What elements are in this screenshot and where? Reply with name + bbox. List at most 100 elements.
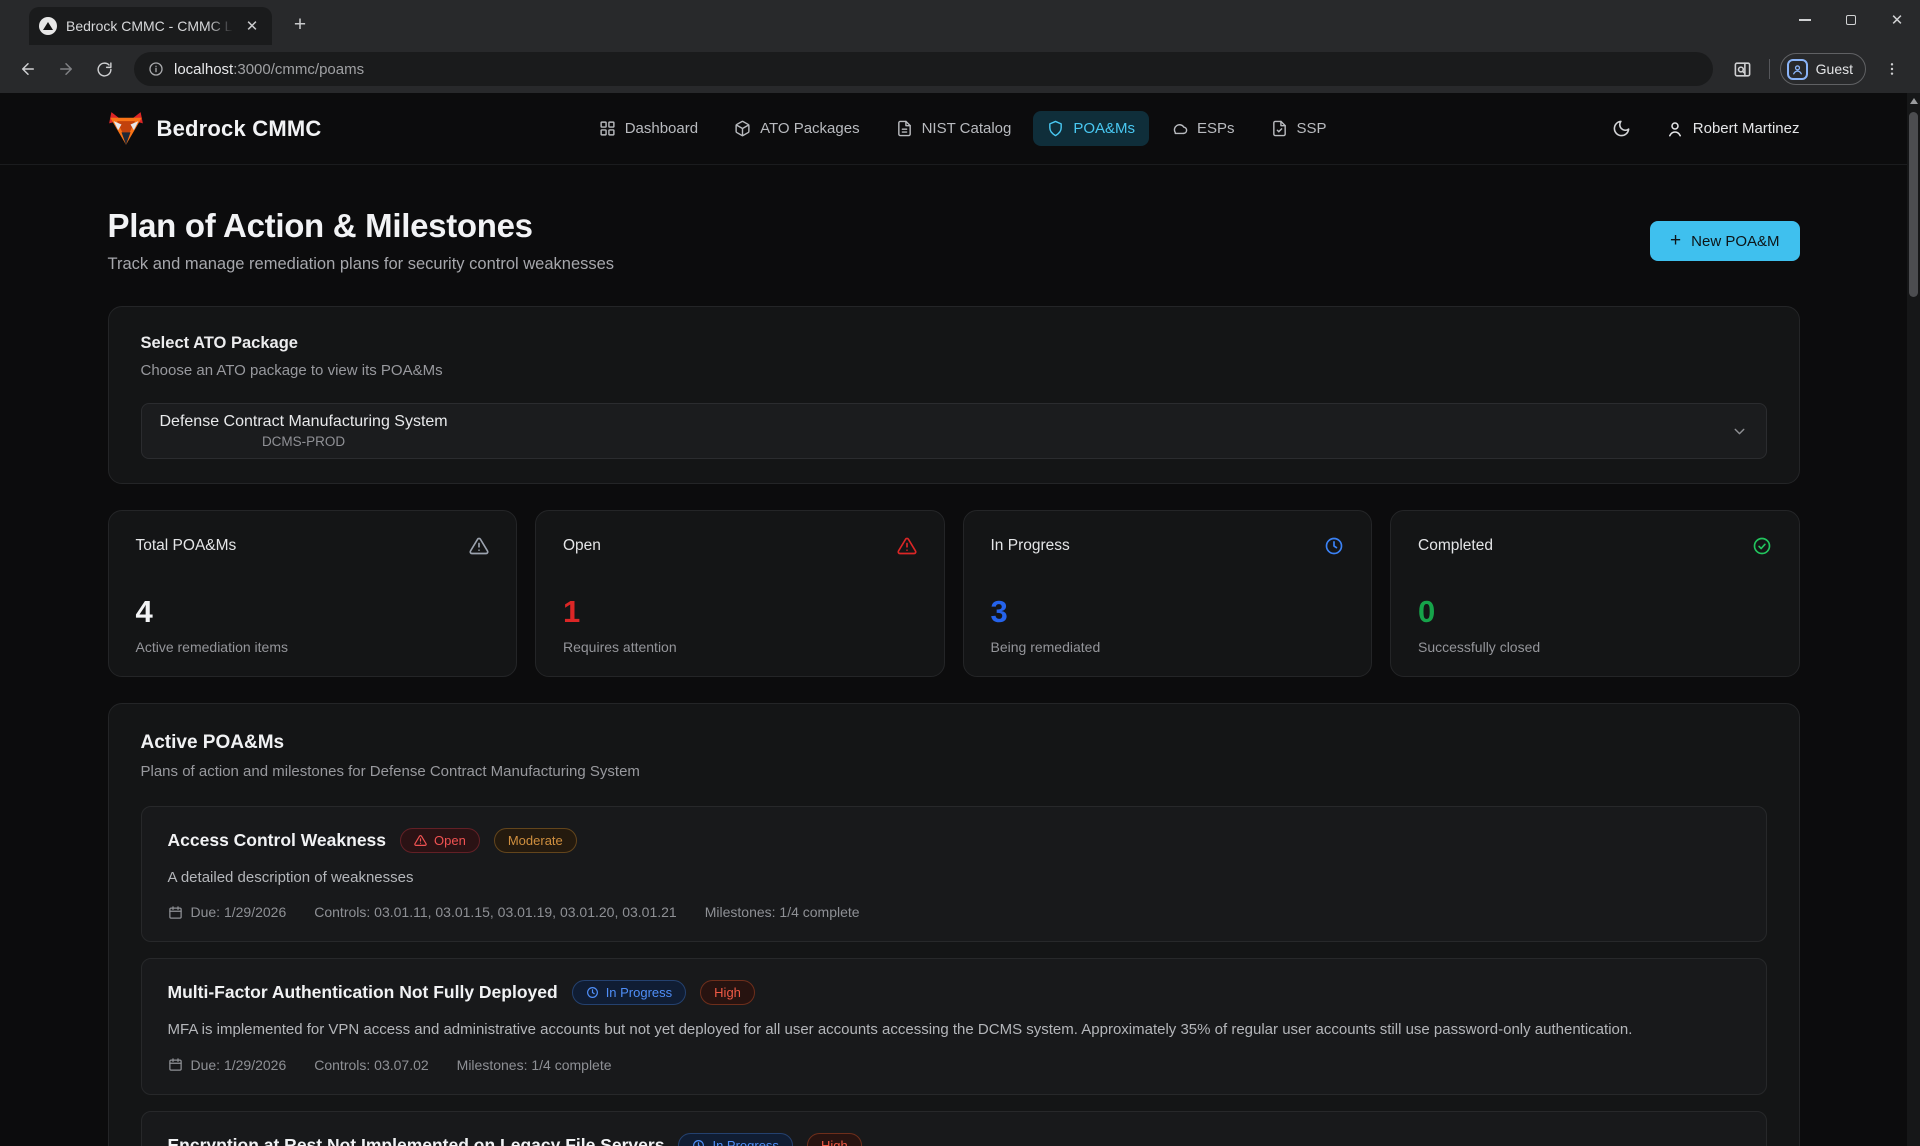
stat-card-completed: Completed 0 Successfully closed [1390,510,1800,677]
tab-close-icon[interactable]: ✕ [242,16,262,36]
nav-esps[interactable]: ESPs [1157,111,1249,146]
nav-label: NIST Catalog [922,120,1012,137]
poam-list: Access Control Weakness Open Moderate A … [141,806,1767,1146]
stat-value: 4 [136,594,490,630]
app-header: Bedrock CMMC Dashboard ATO Packages NIST… [0,93,1907,165]
status-badge: Open [400,828,480,853]
side-panel-search-button[interactable] [1727,53,1759,85]
browser-menu-button[interactable] [1876,53,1908,85]
stat-caption: Active remediation items [136,639,490,655]
forward-button[interactable] [50,53,82,85]
new-tab-button[interactable]: + [286,11,314,39]
moon-icon [1612,119,1631,138]
stat-value: 0 [1418,594,1772,630]
selector-subtitle: Choose an ATO package to view its POA&Ms [141,362,1767,379]
selected-package-name: Defense Contract Manufacturing System [160,413,448,431]
window-controls: ✕ [1782,0,1920,40]
nav-label: POA&Ms [1073,120,1135,137]
stat-card-total: Total POA&Ms 4 Active remediation items [108,510,518,677]
plus-icon: + [1670,230,1681,252]
alert-triangle-icon [469,536,489,556]
stat-label: Completed [1418,537,1493,555]
brand-name: Bedrock CMMC [157,116,322,142]
back-button[interactable] [12,53,44,85]
stat-label: In Progress [991,537,1070,555]
ato-package-select[interactable]: Defense Contract Manufacturing System DC… [141,403,1767,459]
check-circle-icon [1752,536,1772,556]
window-minimize-button[interactable] [1782,0,1828,40]
profile-avatar-icon [1787,59,1808,80]
app-window: Bedrock CMMC Dashboard ATO Packages NIST… [0,93,1920,1146]
tab-strip: Bedrock CMMC - CMMC Level ✕ + ✕ [0,0,1920,45]
tab-title: Bedrock CMMC - CMMC Level [66,18,233,34]
site-info-icon [148,61,164,77]
calendar-icon [168,1057,183,1072]
severity-badge: High [700,980,755,1005]
side-panel-search-icon [1733,60,1752,79]
stat-value: 3 [991,594,1345,630]
page-title: Plan of Action & Milestones [108,207,615,245]
user-menu[interactable]: Robert Martinez [1666,120,1800,138]
page-subtitle: Track and manage remediation plans for s… [108,255,615,274]
nav-nist-catalog[interactable]: NIST Catalog [882,111,1026,146]
poam-description: A detailed description of weaknesses [168,866,1728,889]
severity-badge: Moderate [494,828,577,853]
shield-icon [1047,120,1064,137]
kebab-menu-icon [1884,61,1900,77]
poam-controls: Controls: 03.07.02 [314,1057,428,1073]
page-content: Plan of Action & Milestones Track and ma… [108,207,1800,1146]
selected-package-code: DCMS-PROD [160,434,448,449]
stats-row: Total POA&Ms 4 Active remediation items … [108,510,1800,677]
reload-icon [96,61,113,78]
browser-tab[interactable]: Bedrock CMMC - CMMC Level ✕ [29,7,272,45]
poam-section-title: Active POA&Ms [141,732,1767,754]
scrollbar-thumb[interactable] [1909,112,1918,297]
user-name: Robert Martinez [1693,120,1800,137]
poam-title: Access Control Weakness [168,830,387,851]
calendar-icon [168,905,183,920]
address-bar[interactable]: localhost:3000/cmmc/poams [134,52,1713,86]
reload-button[interactable] [88,53,120,85]
fox-logo-icon [108,111,144,147]
poam-section-subtitle: Plans of action and milestones for Defen… [141,763,1767,780]
new-poam-button[interactable]: + New POA&M [1650,221,1799,261]
poam-item-encryption[interactable]: Encryption at Rest Not Implemented on Le… [141,1111,1767,1146]
alert-triangle-icon [414,834,427,847]
nav-ssp[interactable]: SSP [1257,111,1341,146]
clock-icon [586,986,599,999]
cloud-icon [1171,120,1188,137]
active-poams-card: Active POA&Ms Plans of action and milest… [108,703,1800,1146]
theme-toggle-button[interactable] [1604,111,1640,147]
poam-due: Due: 1/29/2026 [168,904,287,920]
stat-caption: Requires attention [563,639,917,655]
severity-badge: High [807,1133,862,1146]
poam-milestones: Milestones: 1/4 complete [705,904,860,920]
toolbar-divider [1769,59,1770,79]
file-text-icon [896,120,913,137]
poam-item-mfa[interactable]: Multi-Factor Authentication Not Fully De… [141,958,1767,1094]
nav-label: ATO Packages [760,120,860,137]
nav-ato-packages[interactable]: ATO Packages [720,111,874,146]
nav-dashboard[interactable]: Dashboard [585,111,712,146]
poam-description: MFA is implemented for VPN access and ad… [168,1018,1728,1041]
nav-label: SSP [1297,120,1327,137]
nav-poams[interactable]: POA&Ms [1033,111,1149,146]
status-badge: In Progress [678,1133,792,1146]
profile-label: Guest [1816,61,1853,77]
alert-triangle-icon [897,536,917,556]
brand[interactable]: Bedrock CMMC [108,111,322,147]
browser-toolbar: localhost:3000/cmmc/poams Guest [0,45,1920,93]
selector-title: Select ATO Package [141,334,1767,353]
scrollbar-up-arrow[interactable] [1907,93,1920,108]
profile-button[interactable]: Guest [1780,53,1866,85]
poam-item-access-control[interactable]: Access Control Weakness Open Moderate A … [141,806,1767,942]
stat-caption: Being remediated [991,639,1345,655]
package-selector-card: Select ATO Package Choose an ATO package… [108,306,1800,484]
stat-caption: Successfully closed [1418,639,1772,655]
window-maximize-button[interactable] [1828,0,1874,40]
page-scrollbar[interactable] [1907,93,1920,1146]
dashboard-icon [599,120,616,137]
nav-label: Dashboard [625,120,698,137]
window-close-button[interactable]: ✕ [1874,0,1920,40]
site-favicon-icon [39,17,57,35]
